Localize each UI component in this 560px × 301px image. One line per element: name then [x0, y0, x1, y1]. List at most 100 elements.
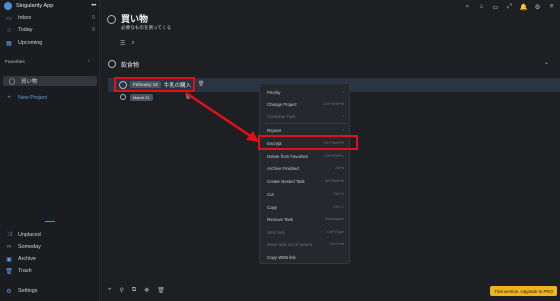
move-icon[interactable]: ✥: [144, 287, 149, 294]
star-icon: ☆: [6, 27, 12, 34]
trash-icon[interactable]: 🗑: [185, 94, 191, 100]
sidebar-item-label: Someday: [18, 244, 41, 250]
chevron-down-icon[interactable]: ⌄: [544, 59, 549, 66]
menu-item-archive-finished[interactable]: Archive Finished Alt+a: [260, 163, 351, 173]
app-name: Singularity App: [16, 3, 54, 9]
favorites-header: Favorites: [5, 60, 25, 65]
menu-item-copy-web-link[interactable]: Copy WEB link: [260, 252, 351, 262]
add-icon[interactable]: +: [108, 287, 112, 294]
settings-icon[interactable]: ⚙: [533, 2, 542, 11]
menu-item-delete-favorites[interactable]: Delete from Favorites Ctrl+Shift+L: [260, 151, 351, 161]
menu-item-label: Create Nested Task: [267, 178, 305, 184]
project-complete-circle[interactable]: [107, 15, 116, 24]
tag-icon[interactable]: ⌂: [477, 2, 486, 11]
menu-item-label: Copy: [267, 204, 278, 210]
trash-icon: 🗑: [5, 268, 13, 275]
menu-item-repeat[interactable]: Repeat ›: [260, 125, 351, 135]
menu-item-shortcut: ›: [342, 114, 344, 118]
menu-item-shortcut: Ctrl+Shift+M: [322, 102, 344, 106]
menu-item-label: Repeat: [267, 127, 281, 133]
menu-item-shortcut: ›: [342, 90, 344, 94]
resize-handle[interactable]: [45, 221, 55, 222]
menu-item-shortcut: Ctrl+C: [333, 205, 344, 209]
search-icon[interactable]: ⌕: [131, 40, 134, 47]
sidebar-item-count: 0: [92, 15, 95, 21]
search-icon[interactable]: ⌕: [463, 2, 472, 11]
plus-icon: +: [7, 95, 11, 101]
menu-item-copy[interactable]: Copy Ctrl+C: [260, 202, 351, 212]
menu-item-label: Remove Task: [267, 216, 293, 222]
shuffle-icon: ⤨: [6, 231, 12, 238]
sidebar-item-trash[interactable]: 🗑 Trash: [0, 266, 100, 276]
sidebar-item-today[interactable]: ☆ Today 0: [0, 25, 100, 35]
menu-item-shortcut: Ctrl+Shift+L: [323, 154, 344, 158]
menu-item-label: Nest task: [267, 229, 285, 235]
sidebar-item-unplaced[interactable]: ⤨ Unplaced: [0, 230, 100, 240]
menu-item-shortcut: Ctrl+X: [333, 192, 344, 196]
expand-icon[interactable]: ⤢: [505, 2, 514, 11]
sidebar-item-label: Trash: [18, 268, 32, 274]
menu-item-nest-task[interactable]: Nest task Ctrl+Right: [260, 227, 351, 237]
project-circle-icon: ◯: [8, 78, 16, 85]
sidebar-item-settings[interactable]: ⚙ Settings: [0, 286, 100, 296]
page-title: 買い物: [121, 14, 149, 24]
archive-icon: ▣: [6, 256, 12, 263]
menu-item-label: Priority: [267, 89, 281, 95]
menu-item-priority[interactable]: Priority ›: [260, 87, 351, 97]
favorites-collapse-icon[interactable]: ‹: [88, 59, 90, 64]
task-date-badge[interactable]: March 21: [130, 94, 153, 101]
trash-icon[interactable]: 🗑: [157, 287, 165, 294]
upgrade-button[interactable]: Trial version. Upgrade to PRO: [490, 286, 557, 296]
menu-item-complete-task[interactable]: Complete Task ›: [260, 111, 351, 121]
menu-item-shortcut: Ctrl+Right: [327, 230, 344, 234]
menu-item-shortcut: Backspace: [325, 217, 344, 221]
section-circle-icon[interactable]: [108, 60, 116, 68]
menu-item-label: Archive Finished: [267, 165, 299, 171]
settings-icon: ⚙: [6, 288, 12, 295]
pin-icon[interactable]: ⚲: [120, 287, 124, 294]
page-subtitle: 必要なものを買ってくる: [121, 25, 172, 30]
sidebar-item-inbox[interactable]: ▭ Inbox 0: [0, 13, 100, 23]
menu-item-label: Complete Task: [267, 113, 296, 119]
annotation-box-task: [114, 77, 195, 92]
sidebar-item-label: Inbox: [18, 15, 32, 21]
section-title[interactable]: 飲食物: [121, 60, 139, 69]
sidebar-item-archive[interactable]: ▣ Archive: [0, 254, 100, 264]
app-menu-icon[interactable]: •••: [91, 3, 96, 9]
sidebar-item-label: Today: [18, 27, 33, 33]
sidebar-item-upcoming[interactable]: ▦ Upcoming: [0, 38, 100, 48]
menu-item-move-out-parent[interactable]: Move task out of parent Ctrl+Left: [260, 239, 351, 249]
menu-item-shortcut: Alt+a: [335, 166, 344, 170]
inbox-tray-icon[interactable]: ▭: [491, 2, 500, 11]
menu-item-create-nested-task[interactable]: Create Nested Task Alt+Shift+N: [260, 176, 351, 186]
copy-icon[interactable]: ⧉: [132, 287, 136, 294]
menu-item-label: Cut: [267, 191, 274, 197]
sidebar-item-project[interactable]: ◯ 買い物: [3, 76, 97, 86]
new-project-button[interactable]: + New Project: [0, 93, 100, 103]
trash-icon[interactable]: 🗑: [198, 81, 204, 87]
list-icon[interactable]: ≡: [547, 2, 556, 11]
app-header: Singularity App •••: [0, 0, 100, 12]
menu-divider: [265, 123, 346, 124]
menu-item-change-project[interactable]: Change Project Ctrl+Shift+M: [260, 99, 351, 109]
menu-item-shortcut: Ctrl+Left: [329, 242, 344, 246]
menu-item-cut[interactable]: Cut Ctrl+X: [260, 189, 351, 199]
inbox-icon: ▭: [6, 15, 12, 22]
sidebar-item-label: 買い物: [21, 79, 38, 85]
calendar-icon: ▦: [6, 40, 12, 47]
top-toolbar: ⌕ ⌂ ▭ ⤢ 🔔 ⚙ ≡: [463, 2, 556, 11]
sidebar-item-someday[interactable]: ∞ Someday: [0, 242, 100, 252]
project-toolbar: ☰ ⌕: [120, 40, 135, 47]
menu-item-shortcut: ›: [342, 128, 344, 132]
menu-item-remove-task[interactable]: Remove Task Backspace: [260, 214, 351, 224]
list-view-icon[interactable]: ☰: [120, 40, 125, 47]
app-logo: [4, 2, 12, 10]
menu-item-label: Delete from Favorites: [267, 153, 309, 159]
bell-icon[interactable]: 🔔: [519, 2, 528, 11]
menu-item-label: Change Project: [267, 101, 297, 107]
task-complete-circle[interactable]: [120, 94, 126, 100]
infinity-icon: ∞: [6, 244, 12, 250]
sidebar-item-label: Upcoming: [18, 40, 43, 46]
sidebar-item-label: Unplaced: [18, 232, 41, 238]
menu-item-label: Move task out of parent: [267, 241, 312, 247]
